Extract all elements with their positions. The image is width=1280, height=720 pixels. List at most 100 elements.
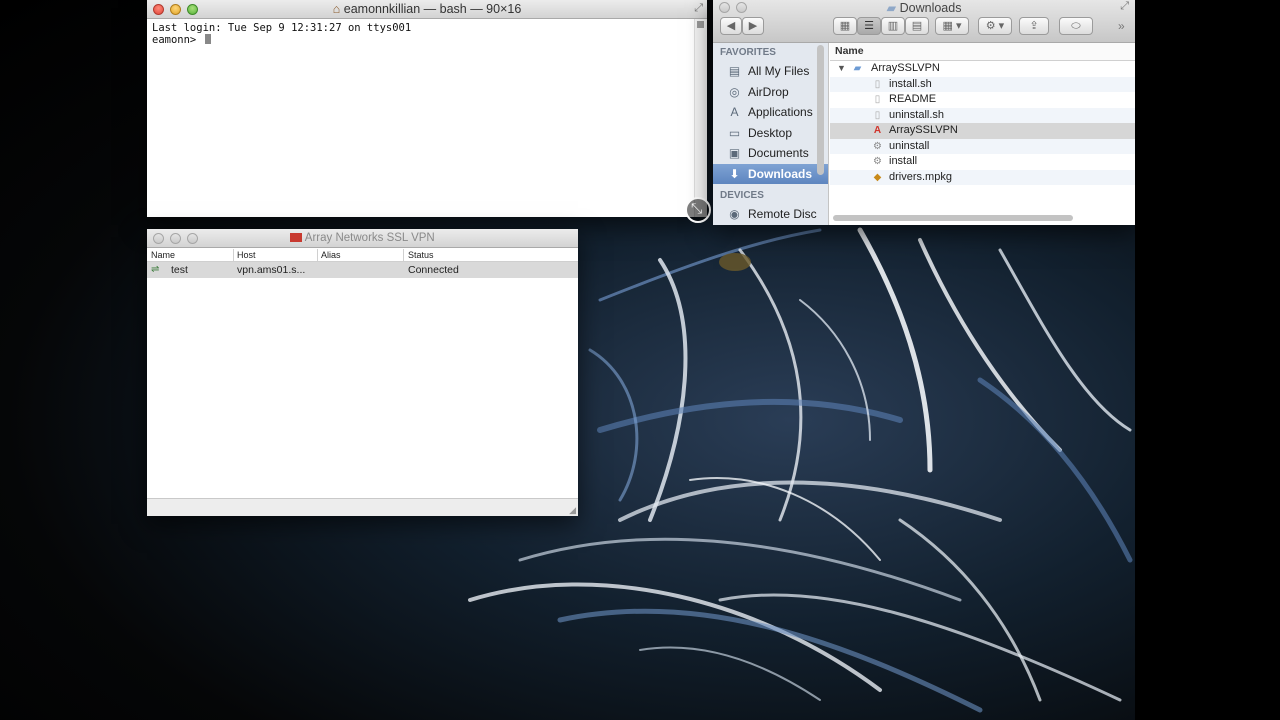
folder-icon: ▰ <box>886 1 897 15</box>
folder-icon: ▰ <box>853 63 862 74</box>
array-logo-icon <box>290 233 303 242</box>
resize-grip-icon[interactable]: ◢ <box>569 505 576 516</box>
icon-view-button[interactable]: ▦ <box>833 17 857 35</box>
applications-icon: A <box>730 105 739 119</box>
column-separator <box>233 249 234 261</box>
terminal-output[interactable]: Last login: Tue Sep 9 12:31:27 on ttys00… <box>147 19 695 217</box>
column-header-status[interactable]: Status <box>408 250 434 260</box>
list-item[interactable]: ▯ install.sh <box>830 76 1135 92</box>
vpn-table-header: Name Host Alias Status <box>147 249 578 262</box>
coverflow-view-button[interactable]: ▤ <box>905 17 929 35</box>
list-item[interactable]: ◆ drivers.mpkg <box>830 169 1135 185</box>
file-name: install <box>889 155 918 167</box>
column-separator <box>317 249 318 261</box>
finder-window[interactable]: ▰ Downloads ⤢ ◀ ▶ ▦ ☰ ▥ ▤ ▦ ▾ ⚙ ▾ ⇪ ⬭ » … <box>713 0 1135 225</box>
terminal-prompt-line[interactable]: eamonn> <box>152 34 690 46</box>
resize-cursor-icon: ⤡ <box>685 197 711 223</box>
text-cursor <box>204 34 211 44</box>
all-files-icon: ▤ <box>728 64 741 78</box>
name-column-header[interactable]: Name <box>830 43 1135 61</box>
column-separator <box>403 249 404 261</box>
action-gear-button[interactable]: ⚙ ▾ <box>978 17 1012 35</box>
sidebar-item-label: Downloads <box>748 166 813 181</box>
file-name: ArraySSLVPN <box>889 124 958 136</box>
terminal-window[interactable]: ⌂ eamonnkillian — bash — 90×16 ⤢ Last lo… <box>147 0 707 217</box>
devices-header: DEVICES <box>720 190 764 201</box>
list-item[interactable]: ▯ uninstall.sh <box>830 107 1135 123</box>
toolbar-overflow-icon[interactable]: » <box>1118 19 1125 33</box>
vpn-title: Array Networks SSL VPN <box>147 232 578 244</box>
document-icon: ▯ <box>874 94 881 105</box>
scroll-up-icon[interactable] <box>697 21 704 28</box>
sidebar-item-remote-disc[interactable]: ◉ Remote Disc <box>713 204 828 225</box>
vpn-window[interactable]: Array Networks SSL VPN Name Host Alias S… <box>147 229 578 516</box>
connection-host: vpn.ams01.s... <box>237 264 306 276</box>
sidebar-item-label: All My Files <box>748 64 810 78</box>
terminal-scrollbar[interactable] <box>694 19 707 217</box>
file-name: drivers.mpkg <box>889 170 952 183</box>
sidebar-item-documents[interactable]: ▣ Documents <box>713 143 828 164</box>
file-name: README <box>889 93 937 105</box>
sidebar-item-label: AirDrop <box>748 84 789 99</box>
sidebar-item-label: Desktop <box>748 125 793 140</box>
file-name: ArraySSLVPN <box>871 62 940 74</box>
letterbox-right <box>1135 0 1280 720</box>
finder-toolbar[interactable]: ▰ Downloads ⤢ ◀ ▶ ▦ ☰ ▥ ▤ ▦ ▾ ⚙ ▾ ⇪ ⬭ » <box>713 0 1135 43</box>
script-icon: ⚙ <box>873 156 882 167</box>
list-item[interactable]: ⚙ install <box>830 154 1135 170</box>
tags-button[interactable]: ⬭ <box>1059 17 1093 35</box>
finder-title-text: Downloads <box>899 1 962 15</box>
list-item[interactable]: ⚙ uninstall <box>830 138 1135 154</box>
list-item-folder[interactable]: ▼ ▰ ArraySSLVPN <box>830 61 1135 77</box>
desktop-icon: ▭ <box>728 125 741 140</box>
airdrop-icon: ◎ <box>729 84 740 99</box>
desktop-frame: ⌂ eamonnkillian — bash — 90×16 ⤢ Last lo… <box>0 0 1280 720</box>
document-icon: ▯ <box>874 78 881 90</box>
connection-name: test <box>171 264 188 276</box>
favorites-header: FAVORITES <box>720 47 776 58</box>
sidebar-scrollbar[interactable] <box>817 45 824 175</box>
share-button[interactable]: ⇪ <box>1019 17 1049 35</box>
home-icon: ⌂ <box>332 2 341 16</box>
terminal-titlebar[interactable]: ⌂ eamonnkillian — bash — 90×16 ⤢ <box>147 0 707 19</box>
vpn-titlebar[interactable]: Array Networks SSL VPN <box>147 229 578 248</box>
terminal-prompt: eamonn> <box>152 34 203 46</box>
sidebar-item-label: Applications <box>748 105 813 119</box>
column-header-name[interactable]: Name <box>151 250 175 260</box>
file-name: uninstall.sh <box>889 108 945 121</box>
column-view-button[interactable]: ▥ <box>881 17 905 35</box>
terminal-title-text: eamonnkillian — bash — 90×16 <box>343 2 522 16</box>
sidebar-item-applications[interactable]: A Applications <box>713 102 828 123</box>
arrange-button[interactable]: ▦ ▾ <box>935 17 969 35</box>
connection-icon: ⇌ <box>151 264 160 275</box>
finder-title: ▰ Downloads <box>713 0 1135 15</box>
column-header-host[interactable]: Host <box>237 250 256 260</box>
fullscreen-icon[interactable]: ⤢ <box>1120 0 1129 13</box>
sidebar-item-label: Documents <box>748 146 809 160</box>
sidebar-item-downloads[interactable]: ⬇ Downloads <box>713 163 828 184</box>
documents-icon: ▣ <box>728 146 741 160</box>
finder-file-list: Name ▼ ▰ ArraySSLVPN ▯ install.sh ▯ READ… <box>830 43 1135 225</box>
list-item-selected[interactable]: A ArraySSLVPN <box>830 123 1135 139</box>
file-name: install.sh <box>889 77 932 90</box>
horizontal-scrollbar[interactable] <box>833 215 1073 221</box>
sidebar-item-airdrop[interactable]: ◎ AirDrop <box>713 82 828 103</box>
downloads-icon: ⬇ <box>729 166 740 181</box>
list-item[interactable]: ▯ README <box>830 92 1135 108</box>
table-row[interactable]: ⇌ test vpn.ams01.s... Connected <box>147 262 578 278</box>
list-view-button[interactable]: ☰ <box>857 17 881 35</box>
vpn-title-text: Array Networks SSL VPN <box>304 232 435 244</box>
back-button[interactable]: ◀ <box>720 17 742 35</box>
disc-icon: ◉ <box>729 207 740 221</box>
forward-button[interactable]: ▶ <box>742 17 764 35</box>
fullscreen-icon[interactable]: ⤢ <box>694 2 703 15</box>
terminal-line: Last login: Tue Sep 9 12:31:27 on ttys00… <box>152 22 412 34</box>
disclosure-triangle-icon[interactable]: ▼ <box>837 61 846 77</box>
package-icon: ◆ <box>873 171 882 183</box>
sidebar-item-desktop[interactable]: ▭ Desktop <box>713 123 828 144</box>
column-header-alias[interactable]: Alias <box>321 250 341 260</box>
document-icon: ▯ <box>874 109 881 121</box>
sidebar-item-all-my-files[interactable]: ▤ All My Files <box>713 61 828 82</box>
terminal-title: ⌂ eamonnkillian — bash — 90×16 <box>147 2 707 16</box>
vpn-footer: ◢ <box>147 498 578 516</box>
